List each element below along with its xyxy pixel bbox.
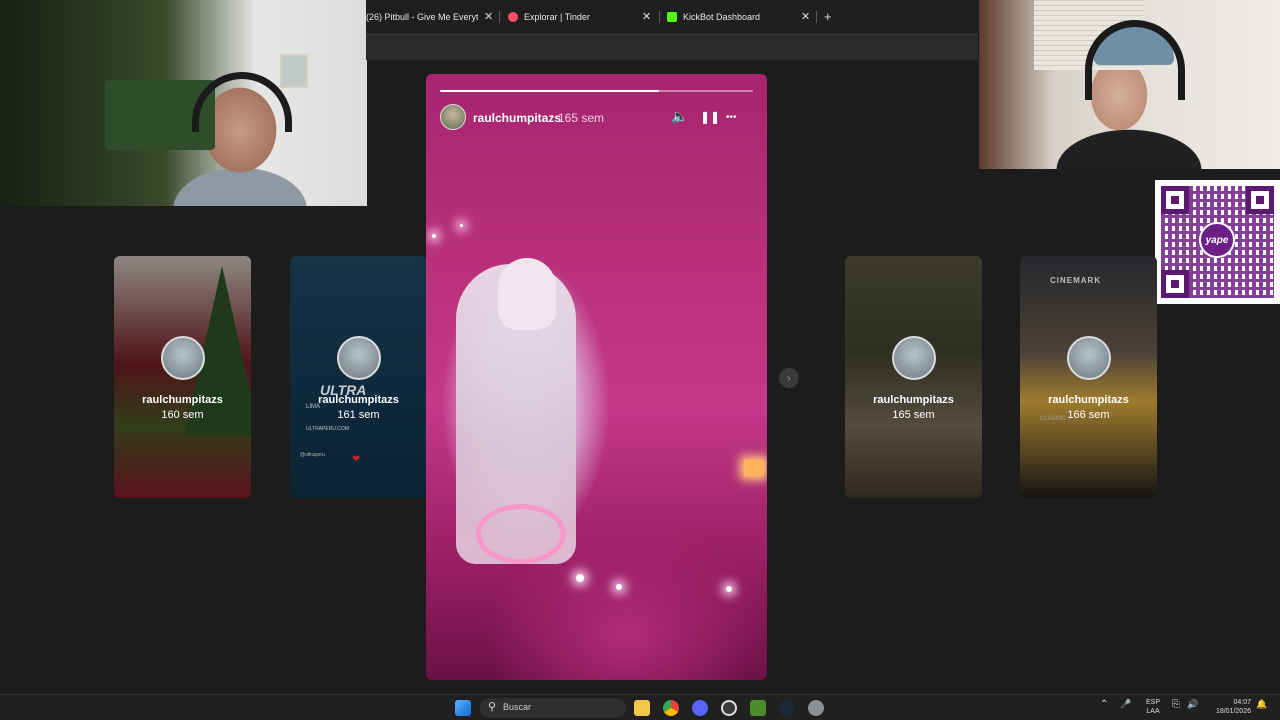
windows-taskbar: ⚲ Buscar ⌃ 🎤 ESP LAA ⎘ 🔊 04:07 18/01/202… bbox=[0, 694, 1280, 720]
next-story-button[interactable]: › bbox=[779, 368, 799, 388]
discord-icon[interactable] bbox=[692, 700, 708, 716]
close-icon[interactable]: ✕ bbox=[484, 10, 493, 23]
story-username: raulchumpitazs bbox=[318, 394, 399, 406]
steam-icon[interactable] bbox=[779, 700, 795, 716]
clock-time: 04:07 bbox=[1233, 699, 1251, 706]
yape-logo-icon: yape bbox=[1199, 222, 1235, 258]
lang-code: ESP bbox=[1146, 699, 1161, 706]
app-4-icon[interactable] bbox=[750, 700, 766, 716]
stage-light bbox=[460, 224, 463, 227]
search-icon: ⚲ bbox=[488, 701, 497, 713]
close-icon[interactable]: ✕ bbox=[801, 10, 810, 23]
browser-toolbar bbox=[366, 34, 978, 60]
story-age: 161 sem bbox=[337, 409, 380, 421]
yape-qr-code: yape bbox=[1155, 180, 1280, 304]
kickbot-icon bbox=[667, 12, 677, 22]
avatar bbox=[160, 336, 205, 380]
story-age: 160 sem bbox=[161, 409, 204, 421]
windows-start-icon[interactable] bbox=[455, 700, 471, 716]
chrome-icon[interactable] bbox=[663, 700, 679, 716]
story-username[interactable]: raulchumpitazs bbox=[473, 111, 561, 125]
stage-lamp bbox=[744, 460, 764, 476]
qr-finder bbox=[1246, 186, 1274, 214]
webcam-overlay-left bbox=[0, 0, 367, 206]
stage-light bbox=[726, 586, 732, 592]
language-indicator[interactable]: ESP LAA bbox=[1146, 698, 1160, 716]
browser-tab-bar: (26) Pitbull - Give Me Everythin ✕ Explo… bbox=[366, 0, 978, 34]
tinder-icon bbox=[508, 12, 518, 22]
app-icon[interactable] bbox=[721, 700, 737, 716]
avatar bbox=[336, 336, 381, 380]
microphone-icon[interactable]: 🎤 bbox=[1120, 699, 1131, 710]
file-explorer-icon[interactable] bbox=[634, 700, 650, 716]
story-age: 165 sem bbox=[892, 409, 935, 421]
tab-separator bbox=[499, 11, 500, 23]
story-username: raulchumpitazs bbox=[873, 394, 954, 406]
story-age: 166 sem bbox=[1067, 409, 1110, 421]
lang-layout: LAA bbox=[1146, 708, 1160, 715]
story-card-4[interactable]: CINEMARK CLASSIC raulchumpitazs 166 sem bbox=[1020, 256, 1157, 498]
tab-separator bbox=[816, 11, 817, 23]
qr-finder bbox=[1161, 270, 1189, 298]
tab-title: Explorar | Tinder bbox=[524, 12, 590, 22]
volume-icon[interactable]: 🔈 bbox=[671, 108, 688, 125]
story-card-3[interactable]: raulchumpitazs 165 sem bbox=[845, 256, 982, 498]
taskbar-search[interactable]: ⚲ Buscar bbox=[480, 698, 626, 718]
system-clock[interactable]: 04:07 18/01/2026 bbox=[1209, 698, 1251, 716]
active-story[interactable]: raulchumpitazs 165 sem 🔈 ❚❚ ••• bbox=[426, 74, 767, 680]
clock-date: 18/01/2026 bbox=[1215, 708, 1251, 715]
notification-bell-icon[interactable]: 🔔 bbox=[1256, 699, 1267, 710]
stage-light bbox=[576, 574, 584, 582]
stage-light bbox=[432, 234, 436, 238]
close-icon[interactable]: ✕ bbox=[642, 10, 651, 23]
tab-separator bbox=[659, 11, 660, 23]
stage-light bbox=[616, 584, 622, 590]
guitar-image bbox=[476, 504, 566, 564]
story-username: raulchumpitazs bbox=[142, 394, 223, 406]
volume-icon[interactable]: 🔊 bbox=[1187, 699, 1198, 710]
network-icon[interactable]: ⎘ bbox=[1172, 699, 1180, 710]
story-username: raulchumpitazs bbox=[1048, 394, 1129, 406]
story-card-2[interactable]: ULTRA LIMA ULTRAPERU.COM @ultraperu ❤ ra… bbox=[290, 256, 427, 498]
more-options-icon[interactable]: ••• bbox=[726, 112, 737, 123]
settings-icon[interactable] bbox=[808, 700, 824, 716]
pause-icon[interactable]: ❚❚ bbox=[700, 110, 720, 124]
new-tab-button[interactable]: + bbox=[824, 9, 832, 24]
tab-kickbot[interactable]: KickBot Dashboard bbox=[667, 4, 797, 30]
tab-title: (26) Pitbull - Give Me Everythin bbox=[366, 12, 478, 22]
webcam-overlay-right bbox=[979, 0, 1280, 169]
webcam-picture-frame bbox=[280, 54, 308, 88]
avatar[interactable] bbox=[440, 104, 466, 130]
performer-hood bbox=[498, 258, 556, 330]
story-card-1[interactable]: raulchumpitazs 160 sem bbox=[114, 256, 251, 498]
tray-overflow-icon[interactable]: ⌃ bbox=[1100, 699, 1108, 710]
qr-finder bbox=[1161, 186, 1189, 214]
story-age: 165 sem bbox=[558, 111, 605, 125]
avatar bbox=[1066, 336, 1111, 380]
tab-title: KickBot Dashboard bbox=[683, 12, 761, 22]
avatar bbox=[891, 336, 936, 380]
story-progress-fill bbox=[440, 90, 660, 92]
tab-youtube[interactable]: (26) Pitbull - Give Me Everythin bbox=[366, 4, 478, 30]
search-placeholder: Buscar bbox=[503, 702, 532, 712]
story-progress-track bbox=[440, 90, 753, 92]
tab-tinder[interactable]: Explorar | Tinder bbox=[508, 4, 638, 30]
